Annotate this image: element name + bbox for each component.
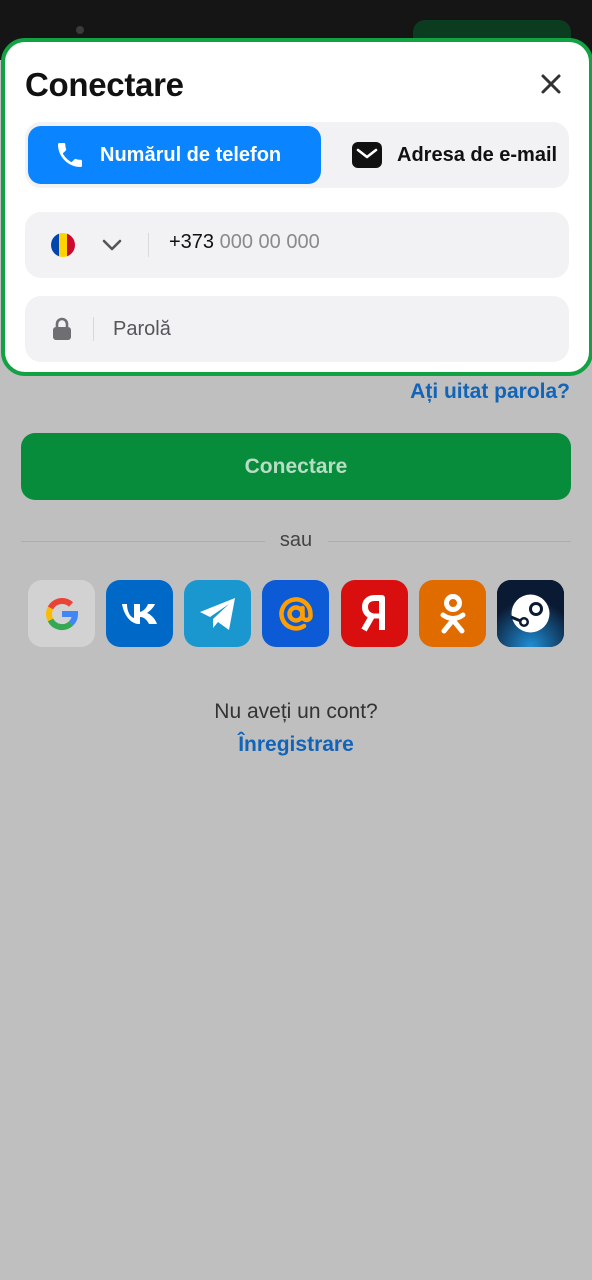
close-icon	[541, 74, 561, 94]
moldova-flag-icon	[51, 233, 75, 257]
vk-icon	[121, 603, 157, 624]
divider	[148, 233, 149, 257]
register-link[interactable]: Înregistrare	[0, 733, 592, 757]
no-account-text: Nu aveți un cont?	[214, 700, 378, 723]
telegram-icon	[199, 597, 235, 630]
login-method-tabs: Numărul de telefon Adresa de e-mail	[25, 122, 569, 188]
telegram-login-button[interactable]	[184, 580, 251, 647]
divider-line-right	[328, 541, 571, 542]
tab-phone-label: Numărul de telefon	[100, 143, 282, 166]
steam-icon	[497, 580, 564, 647]
envelope-icon	[352, 142, 382, 168]
odnoklassniki-icon	[440, 593, 465, 633]
phone-field: +373 000 00 000	[25, 212, 569, 278]
phone-input[interactable]: +373 000 00 000	[169, 231, 320, 254]
vk-login-button[interactable]	[106, 580, 173, 647]
modal-title: Conectare	[25, 66, 184, 103]
phone-prefix: +373	[169, 231, 215, 253]
country-selector[interactable]	[101, 234, 123, 261]
login-modal: Conectare Numărul de telefon Adresa de e…	[1, 38, 592, 376]
tab-email[interactable]: Adresa de e-mail	[325, 126, 569, 184]
yandex-icon	[360, 594, 385, 631]
login-button[interactable]: Conectare	[21, 433, 571, 500]
mail-ru-icon	[278, 596, 313, 631]
password-field	[25, 296, 569, 362]
phone-icon	[58, 143, 82, 167]
forgot-password-link[interactable]: Ați uitat parola?	[400, 380, 570, 404]
phone-placeholder: 000 00 000	[219, 231, 320, 253]
odnoklassniki-login-button[interactable]	[419, 580, 486, 647]
close-button[interactable]	[533, 66, 569, 102]
google-login-button[interactable]	[28, 580, 95, 647]
chevron-down-icon	[102, 239, 122, 251]
divider-line-left	[21, 541, 265, 542]
lock-icon	[53, 317, 71, 340]
steam-login-button[interactable]	[497, 580, 564, 647]
tab-email-label: Adresa de e-mail	[397, 143, 558, 166]
divider	[93, 317, 94, 341]
divider-text: sau	[279, 529, 313, 551]
mail-login-button[interactable]	[262, 580, 329, 647]
google-icon	[45, 597, 78, 630]
camera-dot	[76, 26, 84, 34]
password-input[interactable]	[113, 310, 533, 348]
tab-phone[interactable]: Numărul de telefon	[28, 126, 321, 184]
yandex-login-button[interactable]	[341, 580, 408, 647]
